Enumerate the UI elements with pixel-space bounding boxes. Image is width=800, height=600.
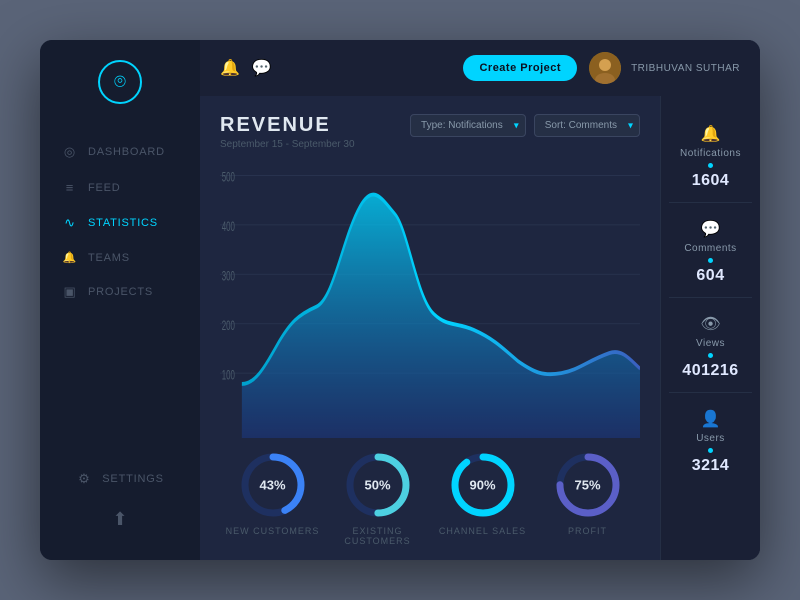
metric-name-existing-customers: EXISTING CUSTOMERS xyxy=(325,526,430,546)
chart-wrapper: 500 400 300 200 100 xyxy=(220,160,640,438)
dashboard-icon: ◎ xyxy=(62,144,78,160)
metric-profit: 75% PROFIT xyxy=(535,450,640,546)
right-panel: 🔔 Notifications 1604 💬 Comments 604 👁 Vi… xyxy=(660,96,760,560)
sidebar-item-dashboard[interactable]: ◎ Dashboard xyxy=(40,134,200,170)
stat-value-comments: 604 xyxy=(696,267,724,285)
chart-section: REVENUE September 15 - September 30 Type… xyxy=(200,96,660,560)
type-filter-button[interactable]: Type: Notifications xyxy=(410,114,526,137)
sidebar-item-statistics[interactable]: ∿ Statistics xyxy=(40,205,200,241)
topbar: 🔔 💬 Create Project TRIBHUVAN SUTHAR xyxy=(200,40,760,96)
chat-icon[interactable]: 💬 xyxy=(252,58,272,78)
stat-block-users: 👤 Users 3214 xyxy=(669,397,752,487)
statistics-icon: ∿ xyxy=(62,215,78,231)
chart-title: REVENUE xyxy=(220,114,355,137)
chart-filters: Type: Notifications Sort: Comments xyxy=(410,114,640,137)
sidebar-bottom: ⚙ Settings ⬆ xyxy=(54,463,185,540)
sidebar-logo: ⌾ xyxy=(98,60,142,104)
donut-new-customers: 43% xyxy=(238,450,308,520)
stat-icon-notifications: 🔔 xyxy=(701,124,721,144)
sort-filter-button[interactable]: Sort: Comments xyxy=(534,114,640,137)
stat-block-comments: 💬 Comments 604 xyxy=(669,207,752,298)
stat-block-notifications: 🔔 Notifications 1604 xyxy=(669,112,752,203)
svg-text:200: 200 xyxy=(222,319,235,334)
metrics-row: 43% NEW CUSTOMERS 50% EXISTING CUSTOMERS… xyxy=(220,438,640,546)
stat-icon-views: 👁 xyxy=(700,314,720,334)
sidebar-item-feed[interactable]: ≡ Feed xyxy=(40,170,200,205)
chart-header: REVENUE September 15 - September 30 Type… xyxy=(220,114,640,150)
stat-dot-comments xyxy=(708,258,713,263)
stat-block-views: 👁 Views 401216 xyxy=(669,302,752,393)
chart-subtitle: September 15 - September 30 xyxy=(220,139,355,150)
stat-label-comments: Comments xyxy=(684,243,736,254)
stat-value-notifications: 1604 xyxy=(692,172,730,190)
user-info: TRIBHUVAN SUTHAR xyxy=(589,52,740,84)
user-avatar xyxy=(589,52,621,84)
stat-dot-views xyxy=(708,353,713,358)
donut-label-profit: 75% xyxy=(574,478,600,493)
metric-name-channel-sales: CHANNEL SALES xyxy=(439,526,526,536)
metric-new-customers: 43% NEW CUSTOMERS xyxy=(220,450,325,546)
main-content: 🔔 💬 Create Project TRIBHUVAN SUTHAR xyxy=(200,40,760,560)
projects-icon: ▣ xyxy=(62,284,78,300)
settings-item[interactable]: ⚙ Settings xyxy=(54,463,185,495)
app-container: ⌾ ◎ Dashboard ≡ Feed ∿ Statistics 🔔 Team… xyxy=(40,40,760,560)
stat-label-views: Views xyxy=(696,338,725,349)
sidebar-item-teams[interactable]: 🔔 Teams xyxy=(40,241,200,274)
user-name-label: TRIBHUVAN SUTHAR xyxy=(631,63,740,74)
metric-name-new-customers: NEW CUSTOMERS xyxy=(226,526,320,536)
stat-label-users: Users xyxy=(696,433,725,444)
stat-icon-comments: 💬 xyxy=(701,219,721,239)
donut-existing-customers: 50% xyxy=(343,450,413,520)
stat-dot-users xyxy=(708,448,713,453)
share-button[interactable]: ⬆ xyxy=(112,509,127,530)
sidebar-nav: ◎ Dashboard ≡ Feed ∿ Statistics 🔔 Teams … xyxy=(40,134,200,463)
teams-icon: 🔔 xyxy=(62,251,78,264)
bell-icon[interactable]: 🔔 xyxy=(220,58,240,78)
svg-text:400: 400 xyxy=(222,220,235,235)
feed-icon: ≡ xyxy=(62,180,78,195)
revenue-chart: 500 400 300 200 100 xyxy=(220,160,640,438)
donut-profit: 75% xyxy=(553,450,623,520)
metric-channel-sales: 90% CHANNEL SALES xyxy=(430,450,535,546)
chart-title-block: REVENUE September 15 - September 30 xyxy=(220,114,355,150)
svg-text:300: 300 xyxy=(222,269,235,284)
stat-value-views: 401216 xyxy=(682,362,738,380)
stat-dot-notifications xyxy=(708,163,713,168)
stat-value-users: 3214 xyxy=(692,457,730,475)
content-area: REVENUE September 15 - September 30 Type… xyxy=(200,96,760,560)
donut-label-channel-sales: 90% xyxy=(469,478,495,493)
svg-text:100: 100 xyxy=(222,368,235,383)
settings-icon: ⚙ xyxy=(76,471,92,487)
metric-existing-customers: 50% EXISTING CUSTOMERS xyxy=(325,450,430,546)
topbar-icons: 🔔 💬 xyxy=(220,58,451,78)
sidebar: ⌾ ◎ Dashboard ≡ Feed ∿ Statistics 🔔 Team… xyxy=(40,40,200,560)
sidebar-item-projects[interactable]: ▣ Projects xyxy=(40,274,200,310)
donut-label-new-customers: 43% xyxy=(259,478,285,493)
stat-icon-users: 👤 xyxy=(701,409,721,429)
create-project-button[interactable]: Create Project xyxy=(463,55,577,81)
metric-name-profit: PROFIT xyxy=(568,526,607,536)
donut-channel-sales: 90% xyxy=(448,450,518,520)
donut-label-existing-customers: 50% xyxy=(364,478,390,493)
stat-label-notifications: Notifications xyxy=(680,148,741,159)
svg-text:500: 500 xyxy=(222,171,235,186)
